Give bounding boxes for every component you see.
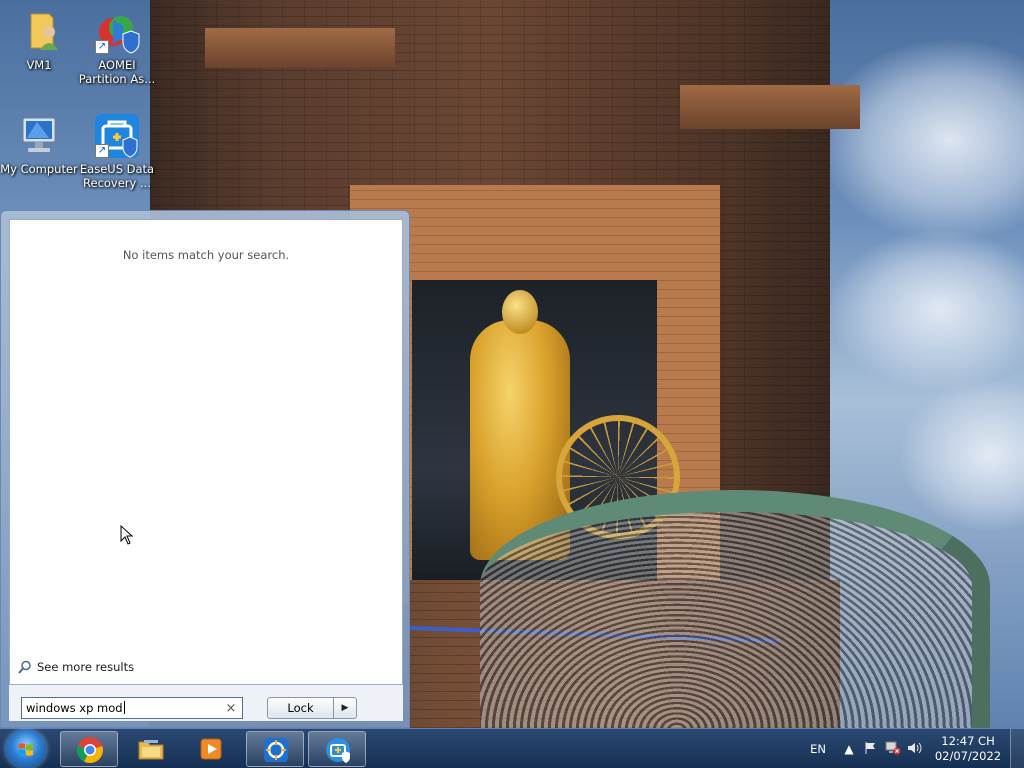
start-menu: No items match your search. See more res… bbox=[0, 210, 410, 728]
clock-date: 02/07/2022 bbox=[934, 749, 1002, 763]
power-options-arrow-icon[interactable]: ▶ bbox=[334, 698, 356, 718]
power-button-group: Lock ▶ bbox=[267, 697, 357, 719]
easeus-backup-icon bbox=[264, 738, 288, 762]
mouse-cursor-icon bbox=[120, 525, 134, 545]
network-disconnected-icon[interactable] bbox=[882, 741, 904, 758]
no-results-message: No items match your search. bbox=[122, 248, 290, 262]
desktop-icon-label: VM1 bbox=[26, 58, 52, 72]
lock-button[interactable]: Lock bbox=[268, 698, 334, 718]
desktop-icon-my-computer[interactable]: My Computer bbox=[0, 112, 78, 176]
show-hidden-icons-icon[interactable]: ▲ bbox=[838, 742, 860, 756]
taskbar-explorer-button[interactable] bbox=[122, 731, 180, 767]
easeus-recovery-icon: ↗ bbox=[93, 112, 141, 160]
taskbar-clock[interactable]: 12:47 CH 02/07/2022 bbox=[926, 734, 1010, 764]
computer-icon bbox=[15, 112, 63, 160]
show-desktop-button[interactable] bbox=[1010, 729, 1024, 768]
easeus-recovery-icon bbox=[326, 738, 350, 763]
action-center-flag-icon[interactable] bbox=[860, 741, 882, 758]
search-results-pane: No items match your search. See more res… bbox=[9, 219, 403, 685]
see-more-results-link[interactable]: See more results bbox=[18, 658, 134, 676]
taskbar: EN ▲ 12:47 CH 02/07/2022 bbox=[0, 728, 1024, 768]
desktop-icon-label: EaseUS Data Recovery ... bbox=[79, 162, 155, 190]
see-more-results-label: See more results bbox=[37, 660, 135, 674]
clear-search-icon[interactable]: × bbox=[224, 701, 238, 716]
taskbar-easeus-recovery-button[interactable] bbox=[308, 731, 366, 767]
system-tray: EN ▲ 12:47 CH 02/07/2022 bbox=[798, 729, 1024, 768]
start-search-row: windows xp mod × Lock ▶ bbox=[9, 685, 403, 721]
clock-time: 12:47 CH bbox=[941, 734, 995, 748]
taskbar-media-player-button[interactable] bbox=[182, 731, 240, 767]
desktop-icon-vm1[interactable]: VM1 bbox=[0, 8, 78, 72]
taskbar-easeus-backup-button[interactable] bbox=[246, 731, 304, 767]
start-button[interactable] bbox=[6, 730, 46, 768]
chrome-icon bbox=[76, 737, 103, 764]
taskbar-chrome-button[interactable] bbox=[60, 731, 118, 767]
desktop-icon-label: AOMEI Partition As... bbox=[78, 58, 156, 86]
desktop-icon-aomei[interactable]: ↗ AOMEI Partition As... bbox=[78, 8, 156, 86]
start-search-input[interactable]: windows xp mod × bbox=[21, 697, 243, 719]
language-indicator[interactable]: EN bbox=[798, 742, 838, 756]
desktop-icon-easeus[interactable]: ↗ EaseUS Data Recovery ... bbox=[78, 112, 156, 190]
search-input-value[interactable]: windows xp mod bbox=[26, 701, 224, 715]
search-icon bbox=[18, 660, 31, 674]
media-player-icon bbox=[200, 738, 222, 760]
volume-icon[interactable] bbox=[904, 741, 926, 758]
desktop-icon-label: My Computer bbox=[0, 162, 78, 176]
user-folder-icon bbox=[15, 8, 63, 56]
aomei-partition-icon: ↗ bbox=[93, 8, 141, 56]
file-explorer-icon bbox=[138, 740, 164, 760]
windows-logo-icon bbox=[19, 743, 33, 756]
